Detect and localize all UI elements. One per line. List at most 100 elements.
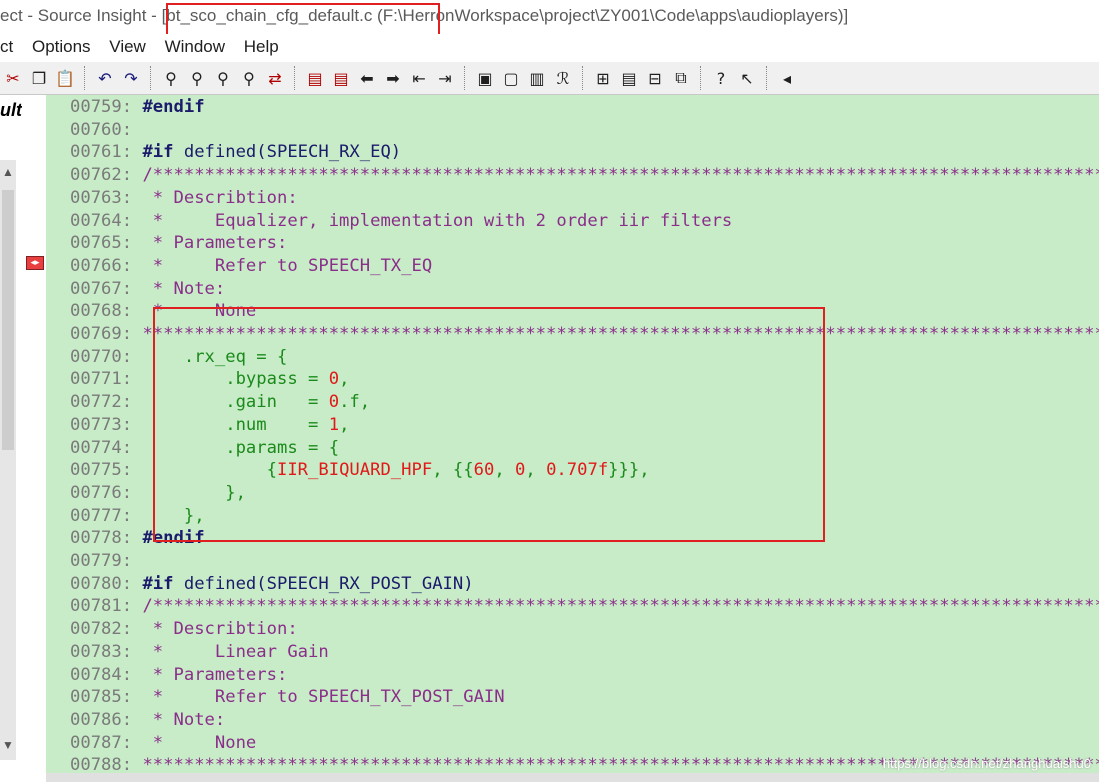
line-number: 00766: xyxy=(70,255,133,276)
layout-3-icon[interactable]: ⊟ xyxy=(644,66,666,90)
code-token: * Note: xyxy=(142,709,226,730)
copy-icon[interactable]: ❐ xyxy=(28,66,50,90)
indent-left-icon[interactable]: ⇤ xyxy=(408,66,430,90)
code-line[interactable]: 00766: * Refer to SPEECH_TX_EQ xyxy=(70,255,1099,278)
code-line[interactable]: 00765: * Parameters: xyxy=(70,232,1099,255)
line-number: 00785: xyxy=(70,687,133,708)
forward-icon[interactable]: ➡ xyxy=(382,66,404,90)
menu-help[interactable]: Help xyxy=(244,34,279,60)
bookmark-prev-icon[interactable]: ▤ xyxy=(304,66,326,90)
layout-1-icon[interactable]: ⊞ xyxy=(592,66,614,90)
code-line[interactable]: 00764: * Equalizer, implementation with … xyxy=(70,210,1099,233)
browse-icon[interactable]: ▢ xyxy=(500,66,522,90)
code-token: #if xyxy=(142,142,174,163)
symbol-panel-scrollbar[interactable] xyxy=(0,160,16,760)
menu-window[interactable]: Window xyxy=(165,34,225,60)
line-number: 00759: xyxy=(70,97,133,117)
overflow-icon[interactable]: ◂ xyxy=(776,66,798,90)
code-token: /***************************************… xyxy=(142,165,1099,186)
code-line[interactable]: 00759: #endif xyxy=(70,96,1099,119)
toolbar-separator xyxy=(150,66,152,90)
scroll-up-icon[interactable]: ▲ xyxy=(2,165,14,179)
layout-2-icon[interactable]: ▤ xyxy=(618,66,640,90)
menu-options[interactable]: Options xyxy=(32,34,91,60)
code-token: * Linear Gain xyxy=(142,641,329,662)
code-line[interactable]: 00763: * Describtion: xyxy=(70,187,1099,210)
code-line[interactable]: 00762: /********************************… xyxy=(70,164,1099,187)
line-number: 00767: xyxy=(70,278,133,299)
code-line[interactable]: 00761: #if defined(SPEECH_RX_EQ) xyxy=(70,141,1099,164)
code-token: * Describtion: xyxy=(142,187,298,208)
project-symbols-icon[interactable]: ▥ xyxy=(526,66,548,90)
title-prefix: ect - Source Insight - xyxy=(0,6,162,25)
line-number: 00771: xyxy=(70,369,133,390)
code-token: * Note: xyxy=(142,278,226,299)
help-icon[interactable]: ? xyxy=(710,66,732,90)
find-icon[interactable]: ⚲ xyxy=(160,66,182,90)
menu-view[interactable]: View xyxy=(109,34,146,60)
find-prev-icon[interactable]: ⚲ xyxy=(186,66,208,90)
replace-icon[interactable]: ⇄ xyxy=(264,66,286,90)
title-highlight-box xyxy=(166,3,440,37)
line-number: 00774: xyxy=(70,437,133,458)
code-token: * Parameters: xyxy=(142,233,288,254)
line-number: 00764: xyxy=(70,210,133,231)
back-icon[interactable]: ⬅ xyxy=(356,66,378,90)
line-number: 00787: xyxy=(70,732,133,753)
lookup-icon[interactable]: ▣ xyxy=(474,66,496,90)
code-line[interactable]: 00786: * Note: xyxy=(70,709,1099,732)
horizontal-scrollbar[interactable] xyxy=(46,773,1099,782)
toolbar-separator xyxy=(84,66,86,90)
code-line[interactable]: 00787: * None xyxy=(70,732,1099,755)
code-line[interactable]: 00785: * Refer to SPEECH_TX_POST_GAIN xyxy=(70,686,1099,709)
code-line[interactable]: 00760: xyxy=(70,119,1099,142)
line-number: 00782: xyxy=(70,619,133,640)
title-path: \HerronWorkspace\project\ZY001\Code\apps… xyxy=(397,6,849,25)
code-token: #endif xyxy=(142,97,205,117)
menu-bar: ct Options View Window Help xyxy=(0,34,1099,60)
code-line[interactable]: 00780: #if defined(SPEECH_RX_POST_GAIN) xyxy=(70,573,1099,596)
find-next-icon[interactable]: ⚲ xyxy=(212,66,234,90)
line-number: 00769: xyxy=(70,324,133,344)
paste-icon[interactable]: 📋 xyxy=(54,66,76,90)
code-line[interactable]: 00781: /********************************… xyxy=(70,595,1099,618)
layout-4-icon[interactable]: ⧉ xyxy=(670,66,692,90)
menu-project[interactable]: ct xyxy=(0,34,13,60)
code-line[interactable]: 00767: * Note: xyxy=(70,278,1099,301)
line-number: 00772: xyxy=(70,392,133,413)
code-line[interactable]: 00779: xyxy=(70,550,1099,573)
line-number: 00779: xyxy=(70,551,133,571)
bookmark-next-icon[interactable]: ▤ xyxy=(330,66,352,90)
cut-icon[interactable]: ✂ xyxy=(2,66,24,90)
context-help-icon[interactable]: ↖ xyxy=(736,66,758,90)
code-token: * Describtion: xyxy=(142,619,298,640)
toolbar-separator xyxy=(582,66,584,90)
line-number: 00760: xyxy=(70,119,133,140)
line-number: 00776: xyxy=(70,482,133,503)
line-number: 00762: xyxy=(70,165,133,186)
indent-right-icon[interactable]: ⇥ xyxy=(434,66,456,90)
line-number: 00784: xyxy=(70,664,133,685)
line-number: 00773: xyxy=(70,414,133,435)
window-title-bar: ect - Source Insight - [bt_sco_chain_cfg… xyxy=(0,0,1099,32)
code-token: #if xyxy=(142,573,174,594)
code-token: /***************************************… xyxy=(142,596,1099,617)
line-number: 00783: xyxy=(70,641,133,662)
code-line[interactable]: 00783: * Linear Gain xyxy=(70,641,1099,664)
code-token: defined(SPEECH_RX_EQ) xyxy=(173,142,402,163)
line-number: 00770: xyxy=(70,346,133,367)
redo-icon[interactable]: ↷ xyxy=(120,66,142,90)
scrollbar-thumb[interactable] xyxy=(2,190,14,450)
line-number: 00768: xyxy=(70,301,133,322)
find-files-icon[interactable]: ⚲ xyxy=(238,66,260,90)
line-number: 00777: xyxy=(70,505,133,526)
bookmark-marker-icon[interactable]: ◂▸ xyxy=(26,256,44,270)
watermark: https://blog.csdn.net/zhanghuaishu0 xyxy=(882,756,1091,771)
toolbar-separator xyxy=(294,66,296,90)
scroll-down-icon[interactable]: ▼ xyxy=(2,738,14,752)
code-line[interactable]: 00784: * Parameters: xyxy=(70,664,1099,687)
code-highlight-box xyxy=(153,307,825,542)
undo-icon[interactable]: ↶ xyxy=(94,66,116,90)
code-line[interactable]: 00782: * Describtion: xyxy=(70,618,1099,641)
relation-icon[interactable]: ℛ xyxy=(552,66,574,90)
